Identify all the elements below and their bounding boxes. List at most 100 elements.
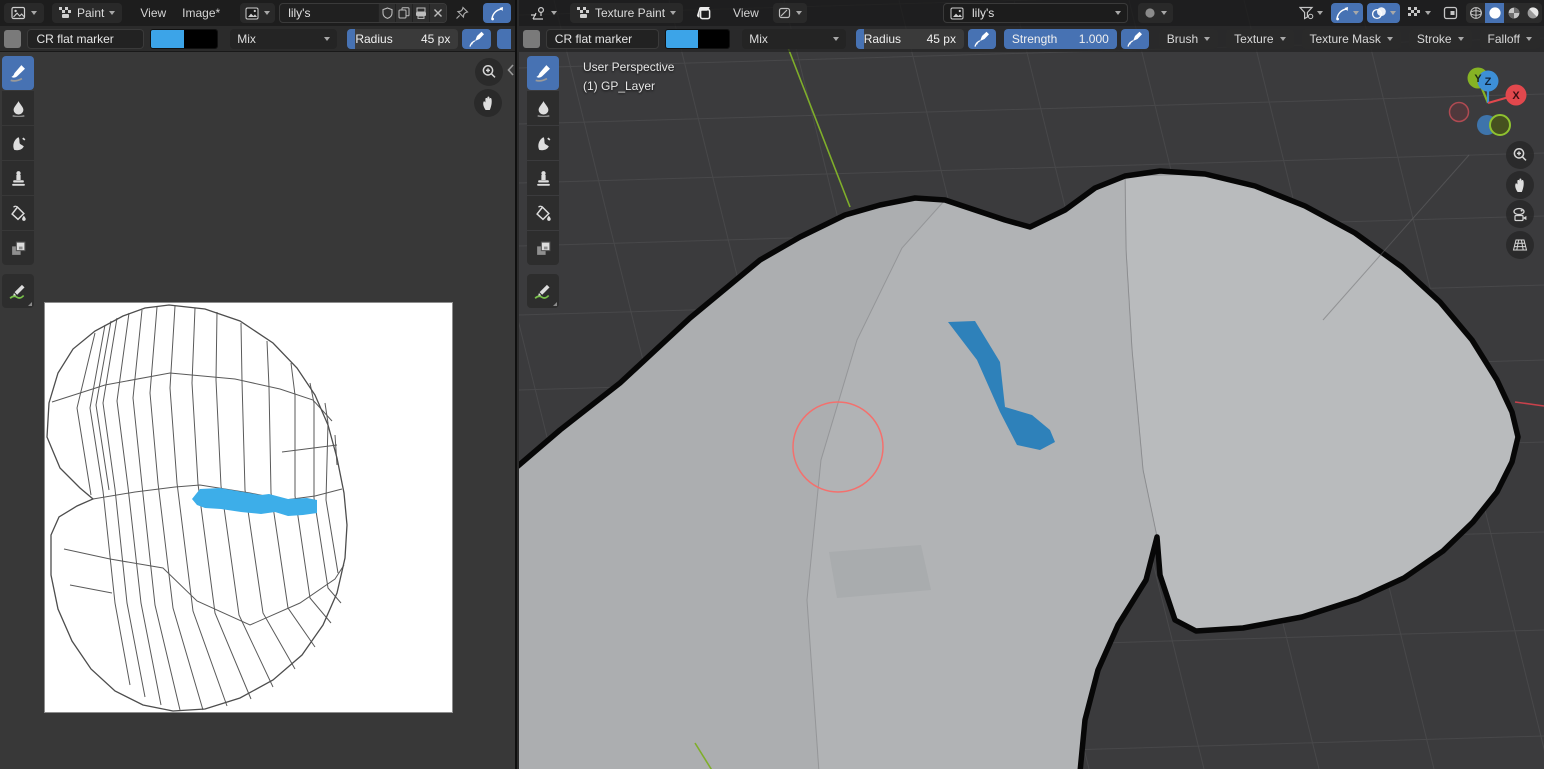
tool-soften-button[interactable] [527, 91, 559, 125]
gizmo-neg-x-ball[interactable] [1448, 101, 1470, 123]
image-tool-settings: CR flat marker Mix Radius 45 px [0, 26, 515, 52]
texture-paint-mask-dropdown[interactable] [1404, 3, 1435, 23]
image-name-field[interactable]: lily's [280, 6, 378, 20]
duplicate-icon[interactable] [395, 4, 413, 22]
strength-slider-clipped[interactable] [497, 28, 512, 49]
viewport-menu-view[interactable]: View [725, 6, 767, 20]
texture-mask-popover-label: Texture Mask [1309, 32, 1381, 46]
viewport-overlay-text: User Perspective (1) GP_Layer [583, 58, 674, 96]
zoom-in-button[interactable] [1506, 141, 1534, 169]
shading-rendered-button[interactable] [1523, 3, 1542, 23]
image-paint-toolbar [2, 56, 34, 308]
camera-view-button[interactable] [1506, 200, 1534, 228]
pan-hand-button[interactable] [474, 89, 502, 117]
pack-icon[interactable] [412, 4, 430, 22]
menu-image[interactable]: Image* [174, 6, 228, 20]
unlink-icon[interactable] [429, 4, 447, 22]
chevron-down-icon [1386, 37, 1393, 41]
gp-layer-label: (1) GP_Layer [583, 79, 656, 93]
viewport-scene[interactable] [519, 0, 1544, 769]
radius-pressure-button[interactable] [462, 28, 492, 49]
menu-view[interactable]: View [132, 6, 174, 20]
tool-draw-button[interactable] [527, 56, 559, 90]
radius-slider[interactable]: Radius 45 px [855, 29, 964, 49]
secondary-color-swatch[interactable] [184, 29, 218, 48]
viewport-mode-dropdown[interactable]: Texture Paint [570, 3, 684, 23]
image-id-block: lily's [279, 3, 448, 23]
blend-mode-label: Mix [237, 31, 256, 46]
viewport-3d-area: Texture Paint View lily's CR flat marker… [519, 0, 1544, 769]
falloff-popover[interactable]: Falloff [1479, 29, 1541, 49]
slider-fill [347, 28, 356, 49]
tool-clone-button[interactable] [2, 161, 34, 195]
falloff-shape-dropdown[interactable] [1138, 3, 1173, 23]
radius-slider[interactable]: Radius 45 px [347, 28, 459, 49]
primary-color-swatch[interactable] [665, 30, 698, 48]
tool-group-corner [553, 302, 557, 306]
strength-pressure-button[interactable] [1120, 29, 1149, 49]
pin-icon[interactable] [455, 6, 469, 20]
gizmos-toggle[interactable] [483, 3, 511, 23]
primary-color-swatch[interactable] [151, 29, 185, 48]
overlays-toggle[interactable] [1367, 3, 1400, 23]
zoom-in-button[interactable] [475, 58, 503, 86]
blend-mode-dropdown[interactable]: Mix [742, 29, 846, 49]
uv-image-canvas[interactable] [44, 302, 453, 713]
chevron-down-icon [1457, 37, 1464, 41]
radius-pressure-button[interactable] [967, 29, 996, 49]
strength-slider[interactable]: Strength 1.000 [1003, 29, 1117, 49]
texture-mask-popover[interactable]: Texture Mask [1301, 29, 1401, 49]
stroke-popover[interactable]: Stroke [1408, 29, 1472, 49]
brush-name-field[interactable]: CR flat marker [27, 28, 145, 49]
gizmo-z-label: Z [1485, 76, 1492, 88]
fake-user-shield-icon[interactable] [378, 4, 396, 22]
tool-draw-button[interactable] [2, 56, 34, 90]
slider-fill [855, 29, 864, 49]
blend-mode-dropdown[interactable]: Mix [230, 28, 338, 49]
tool-smear-button[interactable] [527, 126, 559, 160]
xray-toggle[interactable] [1439, 3, 1462, 23]
image-browse-dropdown[interactable] [240, 3, 276, 23]
perspective-ortho-button[interactable] [1506, 231, 1534, 259]
tool-mask-button[interactable] [527, 231, 559, 265]
image-mode-dropdown[interactable]: Paint [52, 3, 123, 23]
brush-popover[interactable]: Brush [1158, 29, 1219, 49]
brush-name-field[interactable]: CR flat marker [545, 29, 659, 49]
shading-wireframe-button[interactable] [1466, 3, 1485, 23]
brush-thumbnail-swatch[interactable] [4, 29, 22, 48]
tool-smear-button[interactable] [2, 126, 34, 160]
tool-soften-button[interactable] [2, 91, 34, 125]
tool-annotate-button[interactable] [2, 274, 34, 308]
texture-name-field[interactable]: lily's [964, 6, 1115, 20]
blender-window: Paint View Image* lily's CR flat marker … [0, 0, 1544, 769]
editor-type-3d-button[interactable] [523, 3, 564, 23]
object-icon-button[interactable] [691, 3, 717, 23]
smear-icon [10, 135, 27, 152]
tool-annotate-button[interactable] [527, 274, 559, 308]
chevron-down-icon [1425, 11, 1431, 15]
uv-paint-stroke [192, 488, 317, 516]
tool-mask-button[interactable] [2, 231, 34, 265]
shading-material-button[interactable] [1504, 3, 1523, 23]
tool-clone-button[interactable] [527, 161, 559, 195]
image-editor-icon [11, 6, 26, 20]
orientation-icon [778, 7, 791, 19]
orientation-gizmo[interactable]: Y Z X [1446, 62, 1530, 142]
gizmo-neg-y-ball[interactable] [1489, 114, 1511, 136]
shading-solid-button[interactable] [1485, 3, 1504, 23]
tool-fill-button[interactable] [527, 196, 559, 230]
tool-fill-button[interactable] [2, 196, 34, 230]
image-editor-header: Paint View Image* lily's [0, 0, 515, 26]
selectability-filter-dropdown[interactable] [1295, 3, 1327, 23]
texture-popover[interactable]: Texture [1226, 29, 1294, 49]
radius-label: Radius [863, 32, 902, 46]
brush-popover-label: Brush [1166, 32, 1199, 46]
secondary-color-swatch[interactable] [697, 30, 730, 48]
brush-thumbnail-swatch[interactable] [523, 30, 540, 48]
chevron-down-icon [551, 11, 557, 15]
editor-type-image-button[interactable] [4, 3, 44, 23]
orientation-dropdown[interactable] [772, 3, 807, 23]
gizmos-toggle[interactable] [1331, 3, 1363, 23]
pan-hand-button[interactable] [1506, 171, 1534, 199]
sidebar-collapse-arrow[interactable] [507, 64, 514, 76]
